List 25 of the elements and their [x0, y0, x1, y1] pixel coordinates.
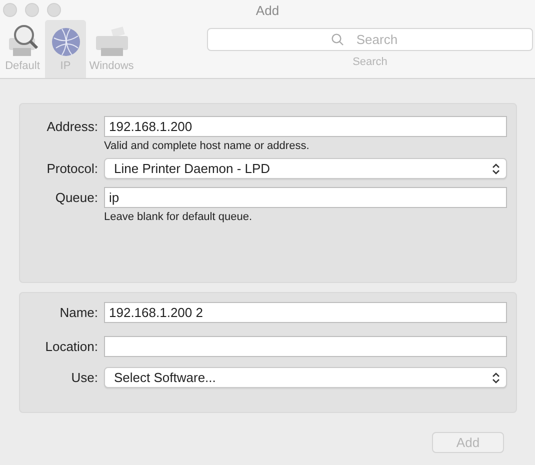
hint-text: Valid and complete host name or address.: [104, 140, 310, 152]
text-field[interactable]: 192.168.1.200: [104, 116, 507, 137]
field-label: Protocol:: [46, 161, 98, 176]
hint-text: Leave blank for default queue.: [104, 211, 254, 223]
globe-icon: [50, 26, 82, 58]
popup-menu[interactable]: Line Printer Daemon - LPD: [104, 158, 507, 179]
window-control[interactable]: [47, 3, 61, 17]
window-control[interactable]: [25, 3, 39, 17]
search-field[interactable]: Search: [207, 28, 533, 51]
search-label: Search: [352, 56, 388, 68]
field-label: Name:: [58, 305, 98, 320]
search-icon: [331, 33, 344, 46]
field-label: Use:: [70, 370, 98, 385]
field-label: Location:: [44, 339, 98, 354]
up-down-chevron-icon: [492, 162, 500, 174]
field-label: Queue:: [54, 190, 98, 205]
field-label: Address:: [46, 119, 98, 134]
popup-menu[interactable]: Select Software...: [104, 367, 507, 388]
window-control[interactable]: [3, 3, 17, 17]
printer-icon: [94, 26, 130, 58]
text-field[interactable]: ip: [104, 187, 507, 208]
window-title: Add: [256, 2, 280, 18]
up-down-chevron-icon: [492, 372, 500, 384]
text-field[interactable]: [104, 336, 507, 357]
text-field[interactable]: 192.168.1.200 2: [104, 302, 507, 323]
